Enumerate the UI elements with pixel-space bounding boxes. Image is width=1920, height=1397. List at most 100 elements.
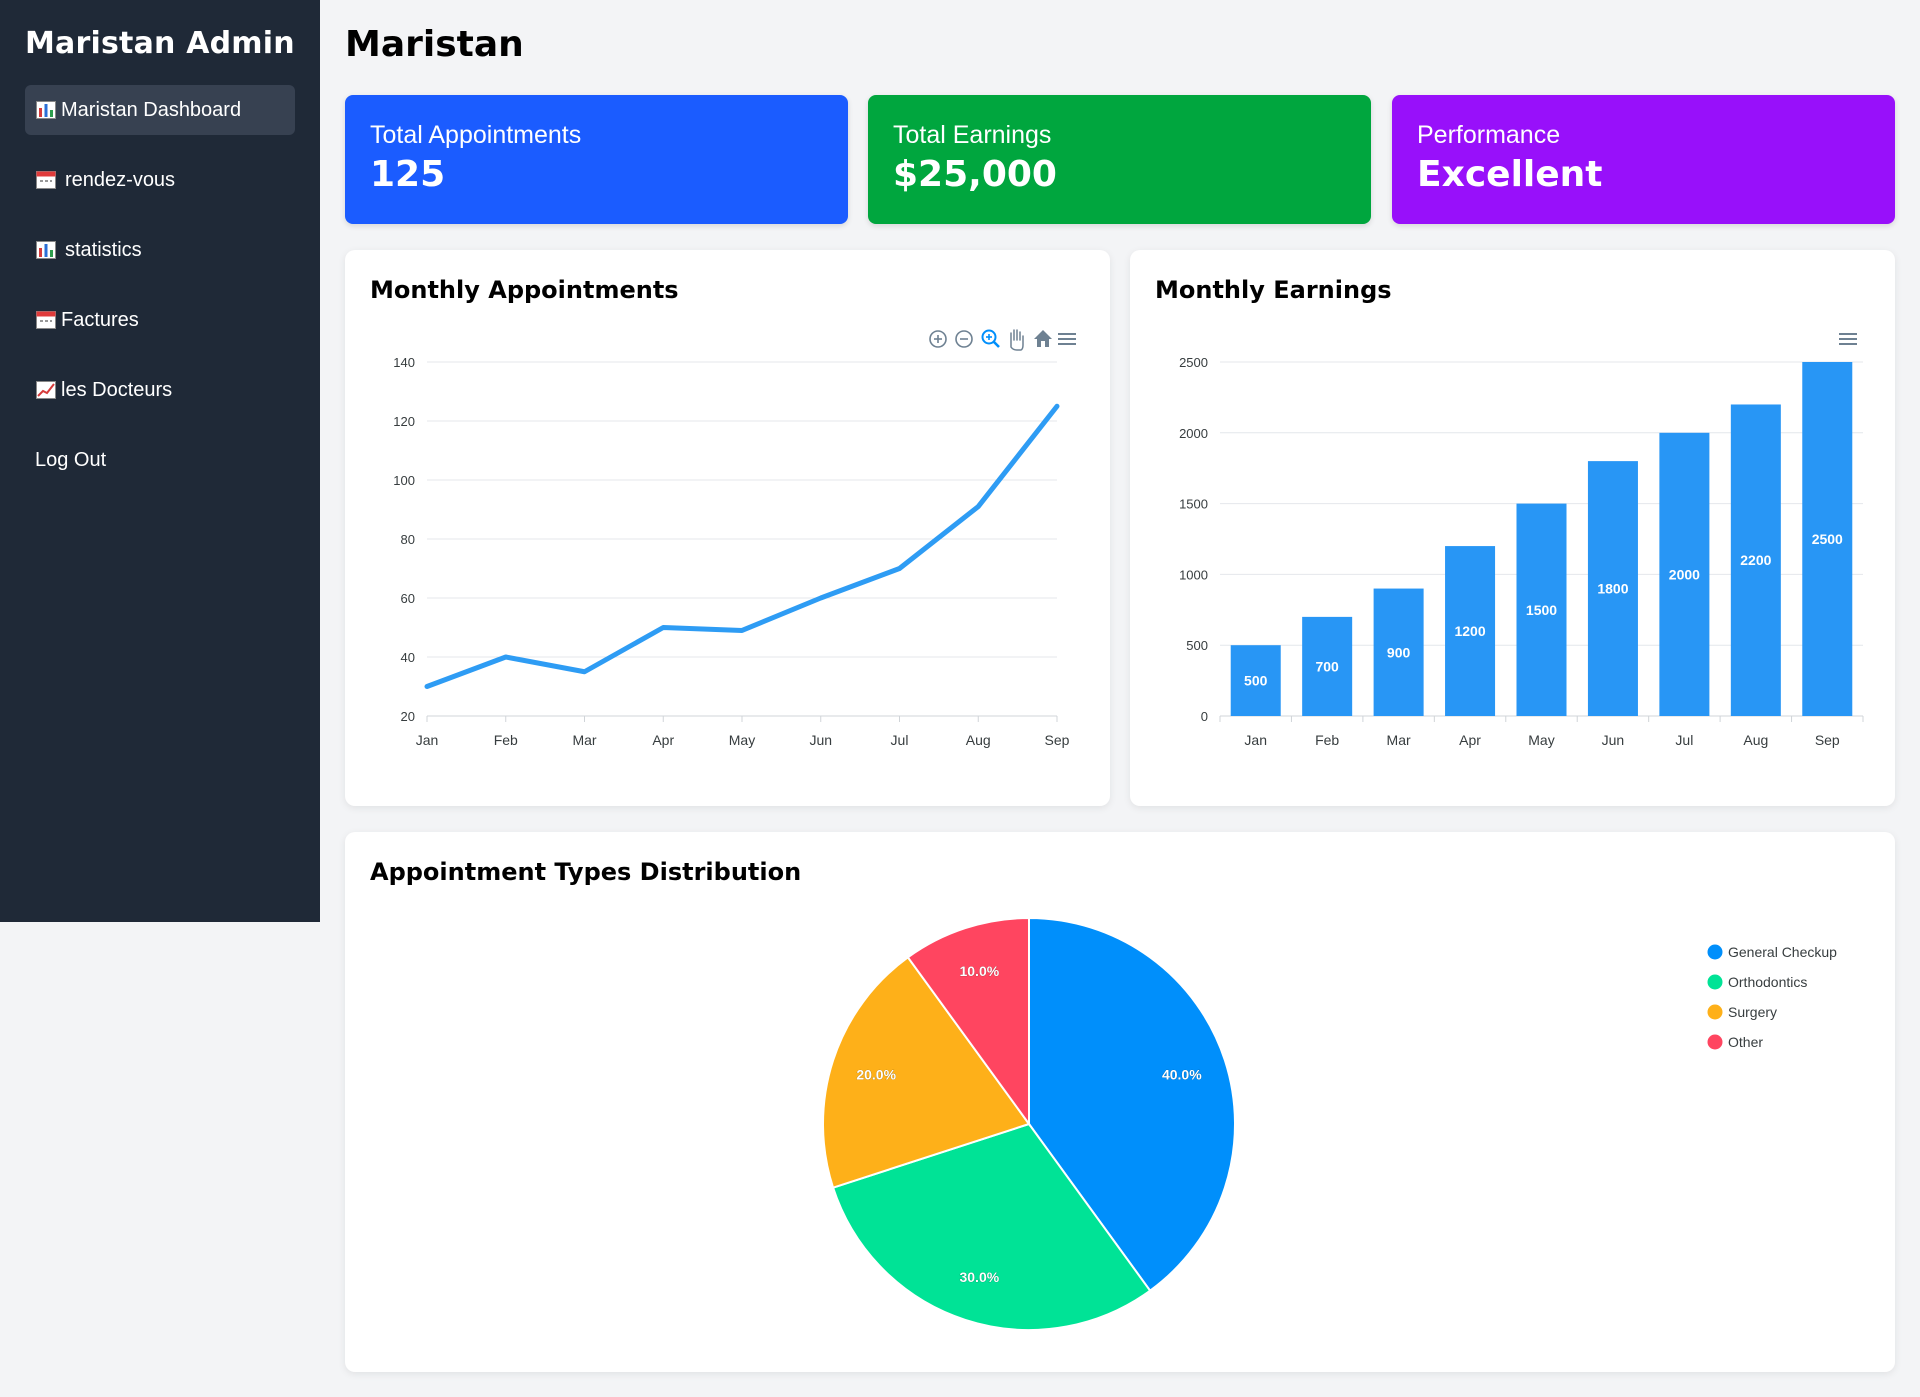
legend-label: Other [1728,1034,1763,1050]
x-tick-label: Jan [416,732,439,748]
x-tick-label: Mar [1387,732,1411,748]
sidebar-item-dashboard[interactable]: Maristan Dashboard [25,85,295,135]
y-tick-label: 2500 [1179,355,1208,370]
legend-label: Surgery [1728,1004,1777,1020]
sidebar-item-statistics[interactable]: statistics [25,225,295,275]
stat-value: Excellent [1417,154,1603,195]
sidebar-item-label: les Docteurs [61,378,173,401]
legend-marker [1707,1034,1723,1050]
stat-label: Total Earnings [893,121,1052,149]
x-tick-label: Aug [966,732,991,748]
slice-label: 40.0% [1162,1066,1202,1082]
legend-marker [1707,974,1723,990]
monthly-earnings-chart: 0 500 1000 1500 2000 2500 500 Jan 700 Feb 900 Mar 12… [1179,333,1864,748]
trending-up-icon [35,380,57,400]
slice-label: 30.0% [959,1269,999,1285]
menu-icon[interactable] [1839,333,1857,345]
data-label: 1500 [1526,602,1557,618]
y-tick-label: 1500 [1179,497,1208,512]
data-label: 500 [1244,673,1268,689]
data-label: 1800 [1597,581,1628,597]
legend-marker [1707,1004,1723,1020]
y-tick-label: 500 [1186,638,1208,653]
sidebar-item-label: statistics [65,238,142,261]
appointment-types-chart: 40.0% 30.0% 20.0% 10.0% General Checkup Ortho… [822,916,1838,1332]
sidebar-item-label: Maristan Dashboard [61,98,242,121]
y-tick-label: 120 [393,414,415,429]
zoom-out-icon[interactable] [955,330,973,348]
y-tick-label: 80 [401,532,415,547]
stat-card-earnings: Total Earnings $25,000 [868,95,1371,224]
x-tick-label: Mar [572,732,596,748]
sidebar-item-label: Log Out [35,448,107,471]
sidebar-item-docteurs[interactable]: les Docteurs [25,365,295,415]
stat-value: $25,000 [893,154,1057,195]
x-tick-label: May [1528,732,1554,748]
stat-value: 125 [370,154,446,195]
monthly-appointments-chart: 20 40 60 80 100 120 140 Jan Feb Mar Apr May Jun Jul Au… [393,329,1076,748]
x-tick-label: Jul [891,732,909,748]
series-line [424,403,1060,689]
zoom-in-icon[interactable] [929,330,947,348]
data-label: 2200 [1740,552,1771,568]
legend-marker [1707,944,1723,960]
data-label: 1200 [1454,623,1485,639]
x-tick-label: Jul [1675,732,1693,748]
chart-toolbar [929,329,1076,351]
main-content: Maristan Total Appointments 125 Total Ea… [320,0,1920,1397]
sidebar-item-rendez-vous[interactable]: rendez-vous [25,155,295,205]
x-tick-label: May [729,732,755,748]
data-label: 700 [1315,658,1339,674]
y-tick-label: 20 [401,709,415,724]
y-tick-label: 1000 [1179,567,1208,582]
legend-item[interactable]: General Checkup [1707,944,1838,960]
legend-item[interactable]: Surgery [1707,1004,1778,1020]
x-tick-label: Feb [494,732,518,748]
x-tick-label: Aug [1743,732,1768,748]
y-tick-label: 40 [401,650,415,665]
menu-icon[interactable] [1058,333,1076,345]
data-label: 2000 [1669,566,1700,582]
bar-chart-icon [35,240,57,260]
x-tick-label: Jan [1244,732,1267,748]
pan-hand-icon[interactable] [1010,329,1024,351]
y-tick-label: 100 [393,473,415,488]
sidebar-item-logout[interactable]: Log Out [25,435,295,485]
stat-card-performance: Performance Excellent [1392,95,1895,224]
zoom-select-icon[interactable] [981,329,1000,348]
legend-item[interactable]: Orthodontics [1707,974,1808,990]
slice-label: 10.0% [959,963,999,979]
y-tick-label: 140 [393,355,415,370]
y-tick-label: 0 [1201,709,1208,724]
sidebar: Maristan Admin Maristan Dashboard rendez… [0,0,320,922]
sidebar-item-factures[interactable]: Factures [25,295,295,345]
y-tick-label: 2000 [1179,426,1208,441]
data-label: 900 [1387,644,1411,660]
appointment-types-card: Appointment Types Distribution 40.0% 30.0… [345,832,1895,1372]
home-reset-icon[interactable] [1034,330,1052,347]
data-label: 2500 [1812,531,1843,547]
stat-card-appointments: Total Appointments 125 [345,95,848,224]
y-tick-label: 60 [401,591,415,606]
x-tick-label: Jun [1602,732,1625,748]
legend-label: Orthodontics [1728,974,1807,990]
legend-item[interactable]: Other [1707,1034,1764,1050]
calendar-icon [35,170,57,190]
sidebar-item-label: Factures [61,308,139,331]
monthly-earnings-card: Monthly Earnings 0 500 1000 1500 2000 2500 500… [1130,250,1895,806]
calendar-icon [35,310,57,330]
stat-label: Performance [1417,121,1561,149]
x-tick-label: Jun [809,732,832,748]
sidebar-item-label: rendez-vous [65,168,176,191]
monthly-appointments-card: Monthly Appointments 20 40 60 80 100 120… [345,250,1110,806]
x-tick-label: Feb [1315,732,1339,748]
stat-label: Total Appointments [370,121,582,149]
page-title: Maristan [345,24,524,65]
x-tick-label: Apr [652,732,674,748]
legend-label: General Checkup [1728,944,1837,960]
x-tick-label: Apr [1459,732,1481,748]
slice-label: 20.0% [856,1066,896,1082]
x-tick-label: Sep [1045,732,1070,748]
bar-chart-icon [35,100,57,120]
sidebar-brand: Maristan Admin [25,26,295,61]
